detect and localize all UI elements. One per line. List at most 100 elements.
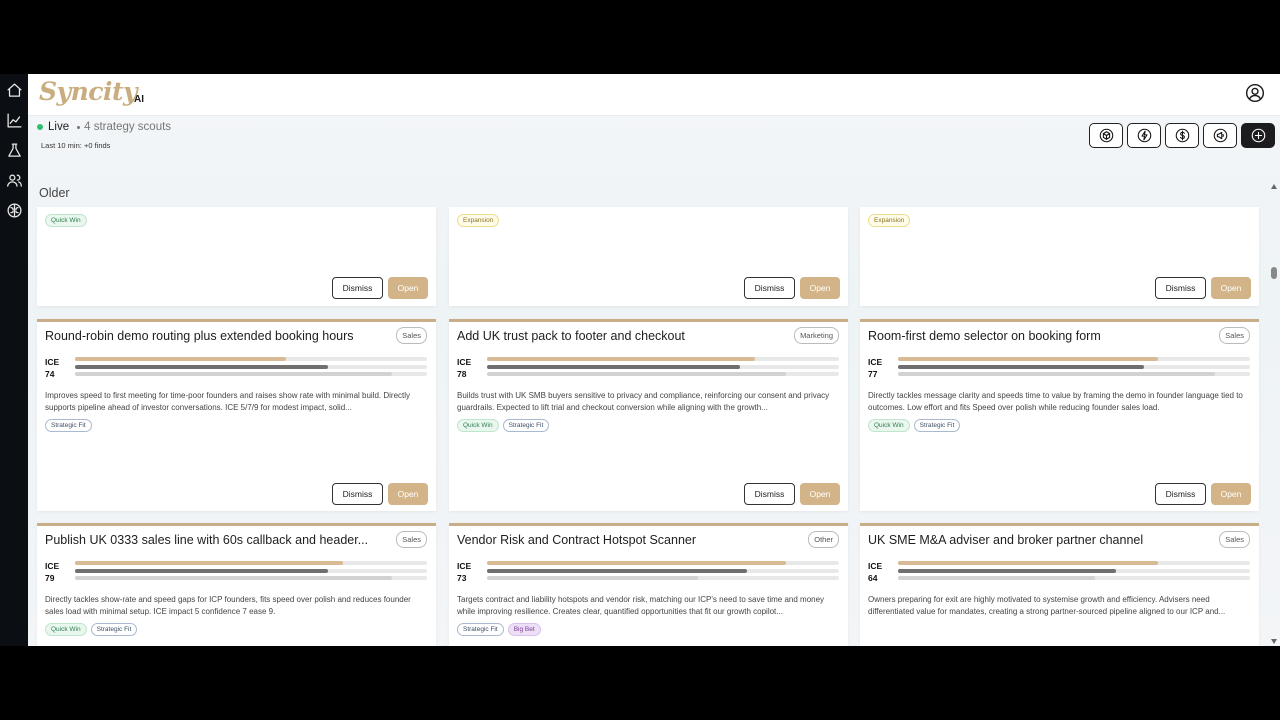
ice-bar-fill <box>487 561 786 565</box>
brand-logo[interactable]: Syncity <box>39 77 138 106</box>
idea-card[interactable]: Round-robin demo routing plus extended b… <box>37 319 436 511</box>
tag-chip: Expansion <box>868 214 911 227</box>
brand-logo-suffix: AI <box>134 94 144 105</box>
tag-chip: Quick Win <box>45 214 87 227</box>
ice-label: ICE <box>45 561 60 571</box>
flask-icon[interactable] <box>4 140 24 160</box>
ice-score: 77 <box>868 369 878 379</box>
users-icon[interactable] <box>4 170 24 190</box>
open-button[interactable]: Open <box>800 277 840 299</box>
card-description: Owners preparing for exit are highly mot… <box>868 595 1226 616</box>
ice-bar-fill <box>75 365 328 369</box>
tag-row: Strategic Fit Big Bet <box>457 623 541 636</box>
card-title: Publish UK 0333 sales line with 60s call… <box>45 533 369 547</box>
ice-bar-fill <box>75 372 392 376</box>
add-scout-button[interactable] <box>1241 123 1275 148</box>
idea-card[interactable]: UK SME M&A adviser and broker partner ch… <box>860 523 1259 646</box>
open-button[interactable]: Open <box>388 483 428 505</box>
lightning-icon <box>1137 128 1151 143</box>
tag-chip: Strategic Fit <box>457 623 504 636</box>
open-button[interactable]: Open <box>800 483 840 505</box>
partial-card[interactable]: Expansion Dismiss Open <box>449 207 848 306</box>
scrollbar[interactable] <box>1268 180 1280 646</box>
scroll-down-arrow-icon[interactable] <box>1271 639 1277 644</box>
live-indicator-dot <box>37 124 43 130</box>
tag-chip: Expansion <box>457 214 500 227</box>
card-title: Room-first demo selector on booking form <box>868 329 1101 343</box>
marketing-scout-button[interactable] <box>1203 123 1237 148</box>
separator-dot <box>77 125 81 129</box>
ice-label: ICE <box>868 561 883 571</box>
open-button[interactable]: Open <box>388 277 428 299</box>
card-description: Targets contract and liability hotspots … <box>457 595 825 616</box>
ice-bar-fill <box>75 576 392 580</box>
product-scout-button[interactable] <box>1089 123 1123 148</box>
ice-bar-fill <box>898 357 1158 361</box>
card-title: UK SME M&A adviser and broker partner ch… <box>868 533 1144 547</box>
ice-bar-fill <box>75 561 343 565</box>
idea-card[interactable]: Add UK trust pack to footer and checkout… <box>449 319 848 511</box>
tag-chip: Strategic Fit <box>45 419 92 432</box>
tag-row: Quick Win Strategic Fit <box>457 419 550 432</box>
user-profile-icon[interactable] <box>1245 83 1265 103</box>
ice-bar-fill <box>75 357 286 361</box>
ice-bar-fill <box>487 372 786 376</box>
tag-chip: Quick Win <box>45 623 87 636</box>
ice-label: ICE <box>457 561 472 571</box>
ice-bar-fill <box>487 365 740 369</box>
dismiss-button[interactable]: Dismiss <box>744 483 795 505</box>
ice-bar-fill <box>898 561 1158 565</box>
open-button[interactable]: Open <box>1211 483 1251 505</box>
dismiss-button[interactable]: Dismiss <box>332 483 383 505</box>
home-icon[interactable] <box>4 80 24 100</box>
sidebar <box>0 74 28 646</box>
card-description: Directly tackles message clarity and spe… <box>868 391 1243 412</box>
ice-score: 78 <box>457 369 467 379</box>
card-description: Directly tackles show-rate and speed gap… <box>45 595 411 616</box>
ice-bar-fill <box>898 569 1116 573</box>
ice-bar-fill <box>898 576 1095 580</box>
analytics-icon[interactable] <box>4 110 24 130</box>
dismiss-button[interactable]: Dismiss <box>1155 277 1206 299</box>
category-chip: Sales <box>396 531 427 548</box>
card-title: Vendor Risk and Contract Hotspot Scanner <box>457 533 697 547</box>
revenue-scout-button[interactable] <box>1165 123 1199 148</box>
ice-bar-fill <box>75 569 328 573</box>
tag-row: Quick Win Strategic Fit <box>45 623 138 636</box>
live-status: Live 4 strategy scouts <box>37 121 171 133</box>
ice-bar-fill <box>487 576 698 580</box>
dollar-icon <box>1175 128 1189 143</box>
card-description: Improves speed to first meeting for time… <box>45 391 411 412</box>
tag-chip: Quick Win <box>868 419 910 432</box>
dismiss-button[interactable]: Dismiss <box>1155 483 1206 505</box>
scout-toolbar <box>1089 123 1275 148</box>
idea-card[interactable]: Publish UK 0333 sales line with 60s call… <box>37 523 436 646</box>
category-chip: Sales <box>1219 531 1250 548</box>
idea-card[interactable]: Vendor Risk and Contract Hotspot Scanner… <box>449 523 848 646</box>
dismiss-button[interactable]: Dismiss <box>332 277 383 299</box>
tag-chip: Strategic Fit <box>502 419 550 432</box>
partial-card[interactable]: Expansion Dismiss Open <box>860 207 1259 306</box>
tag-chip: Strategic Fit <box>90 623 138 636</box>
scroll-thumb[interactable] <box>1271 267 1277 279</box>
app-window: Syncity AI Live 4 strategy scouts Last 1… <box>0 74 1280 646</box>
ice-bar-fill <box>487 569 747 573</box>
main-content: Syncity AI Live 4 strategy scouts Last 1… <box>28 74 1280 646</box>
ice-score: 64 <box>868 573 878 583</box>
ice-label: ICE <box>868 357 883 367</box>
ice-score: 73 <box>457 573 467 583</box>
card-description: Builds trust with UK SMB buyers sensitiv… <box>457 391 830 412</box>
ice-bar-fill <box>898 365 1144 369</box>
ice-label: ICE <box>457 357 472 367</box>
idea-card[interactable]: Room-first demo selector on booking form… <box>860 319 1259 511</box>
recent-finds: Last 10 min: +0 finds <box>41 141 111 150</box>
scouts-count: 4 strategy scouts <box>84 121 172 133</box>
partial-card[interactable]: Quick Win Dismiss Open <box>37 207 436 306</box>
dismiss-button[interactable]: Dismiss <box>744 277 795 299</box>
open-button[interactable]: Open <box>1211 277 1251 299</box>
scroll-up-arrow-icon[interactable] <box>1271 184 1277 189</box>
brain-icon[interactable] <box>4 200 24 220</box>
megaphone-icon <box>1213 128 1227 143</box>
efficiency-scout-button[interactable] <box>1127 123 1161 148</box>
category-chip: Other <box>808 531 839 548</box>
